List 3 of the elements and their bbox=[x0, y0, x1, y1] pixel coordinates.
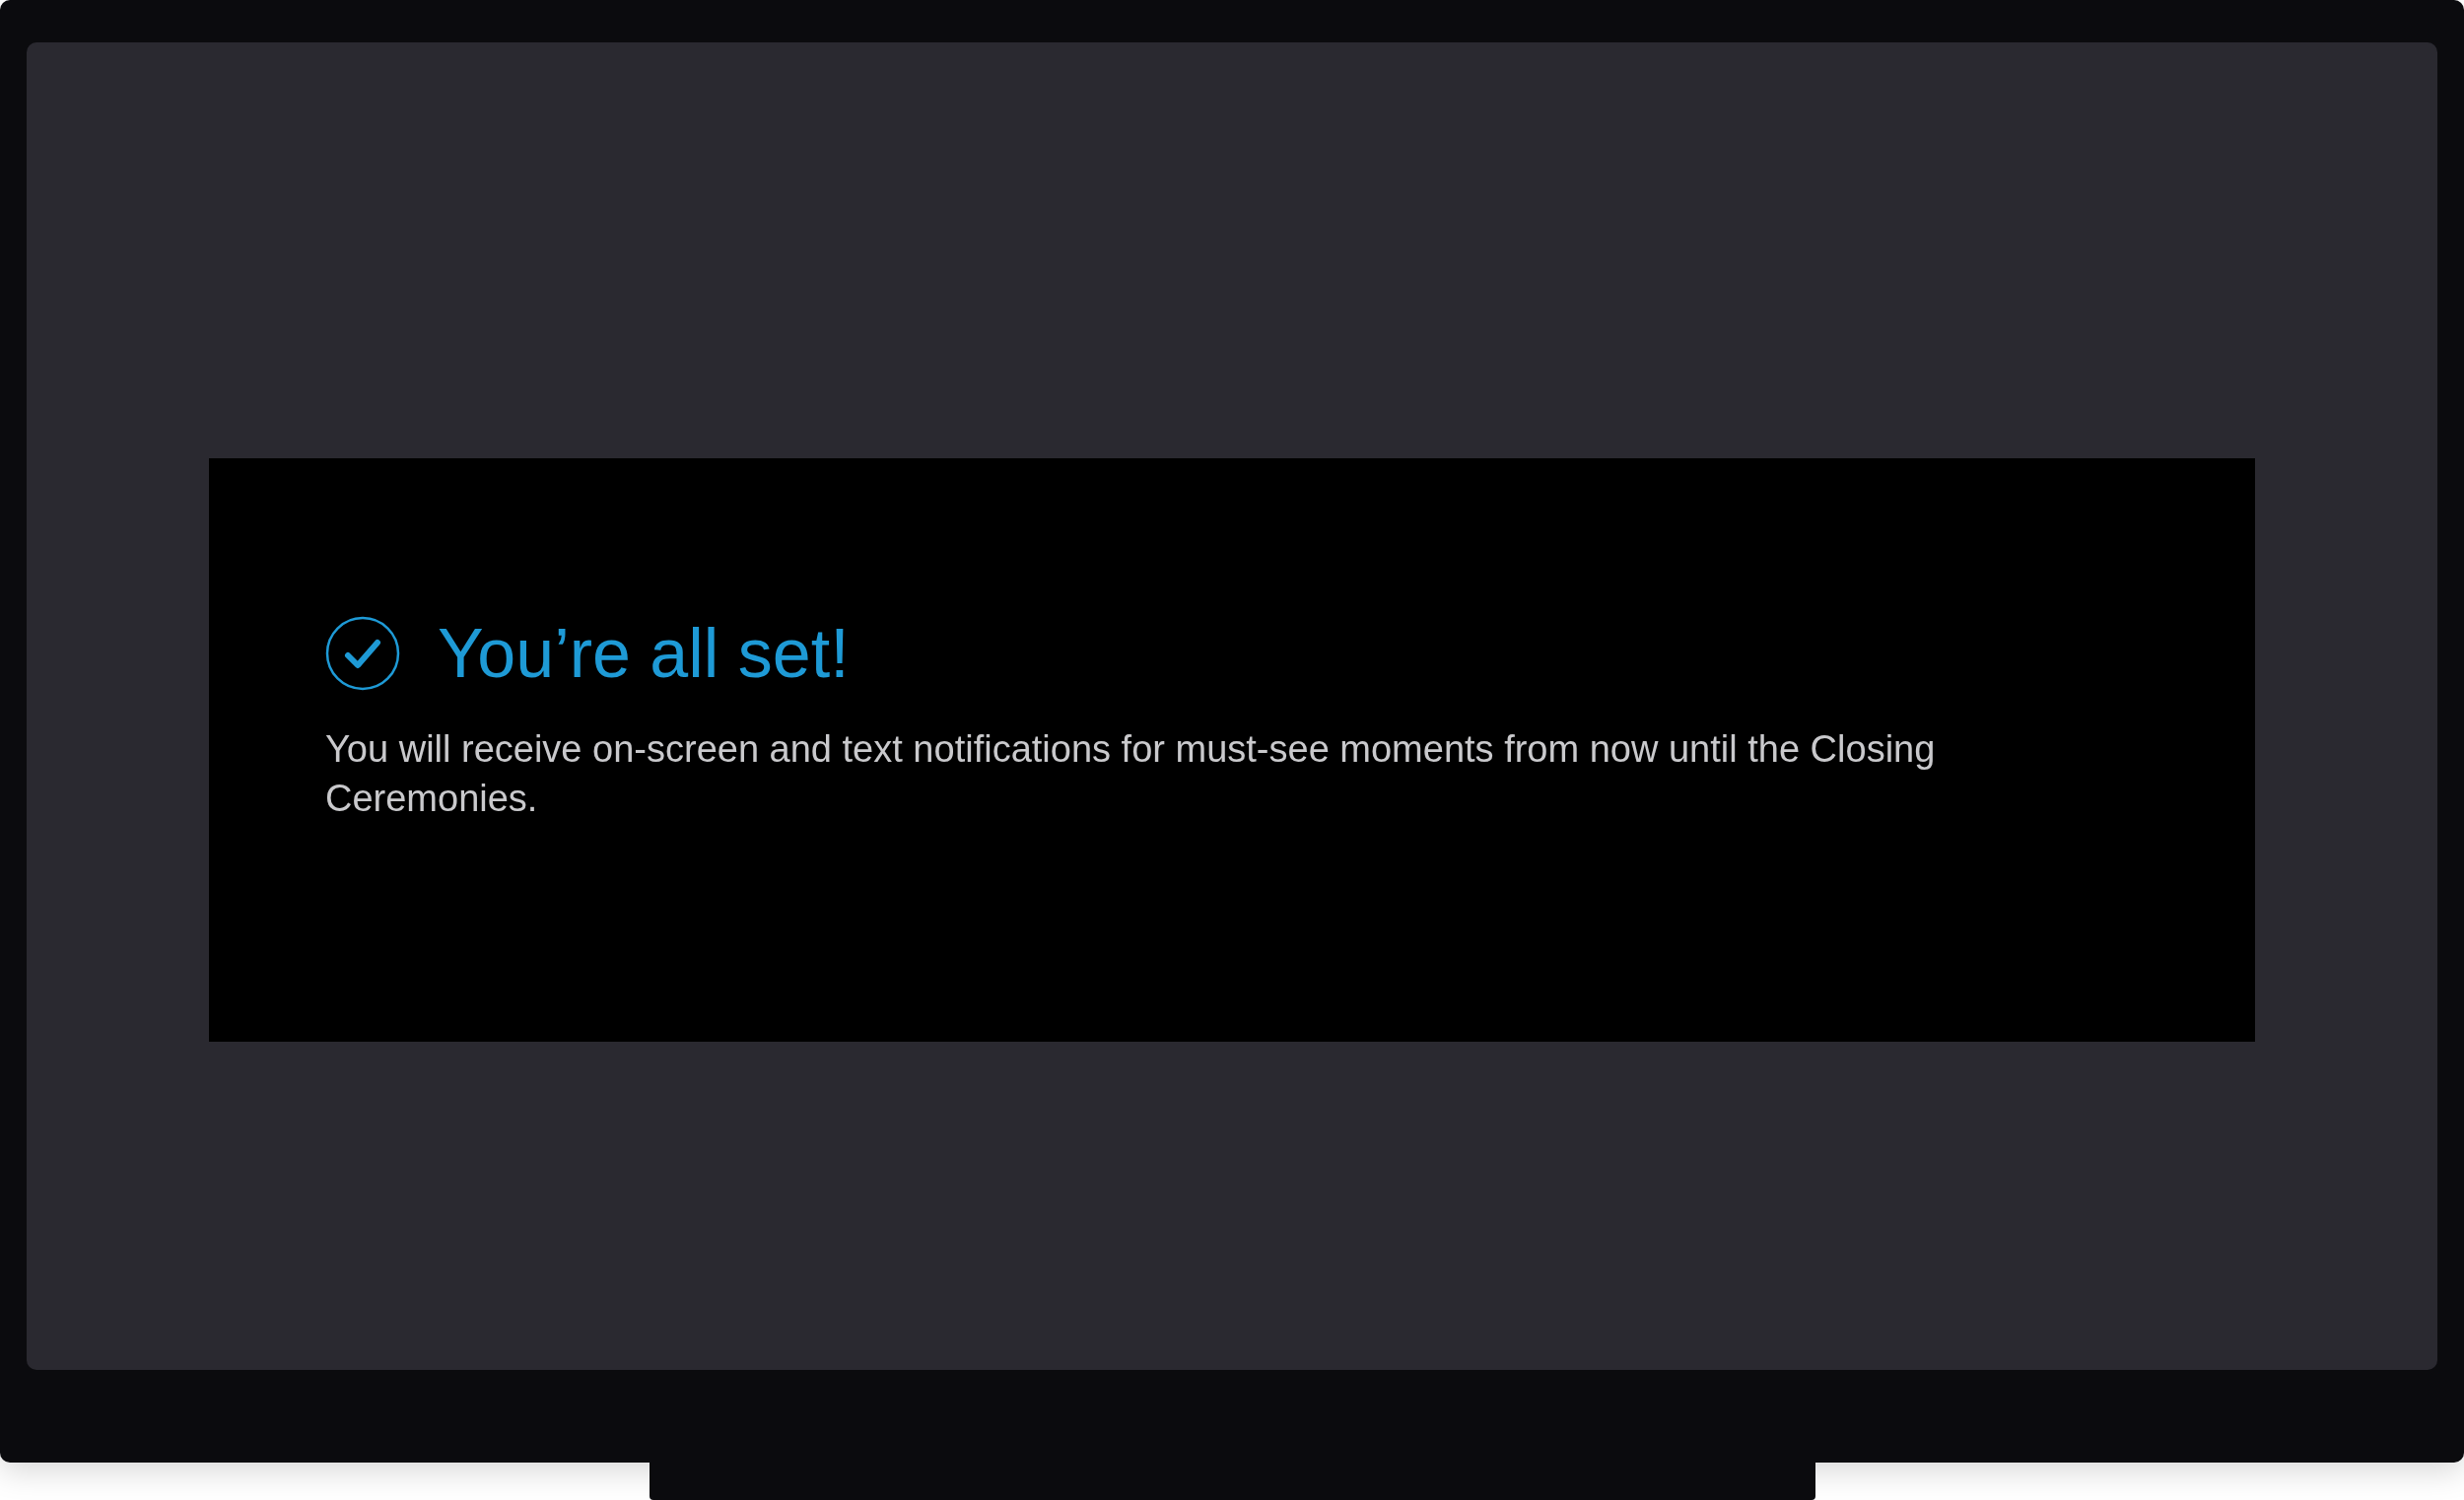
dialog-title: You’re all set! bbox=[438, 619, 850, 688]
check-circle-icon bbox=[325, 616, 400, 691]
dialog-message: You will receive on-screen and text notifications for must-see moments from now until the Closing Ceremonies. bbox=[325, 727, 1937, 821]
